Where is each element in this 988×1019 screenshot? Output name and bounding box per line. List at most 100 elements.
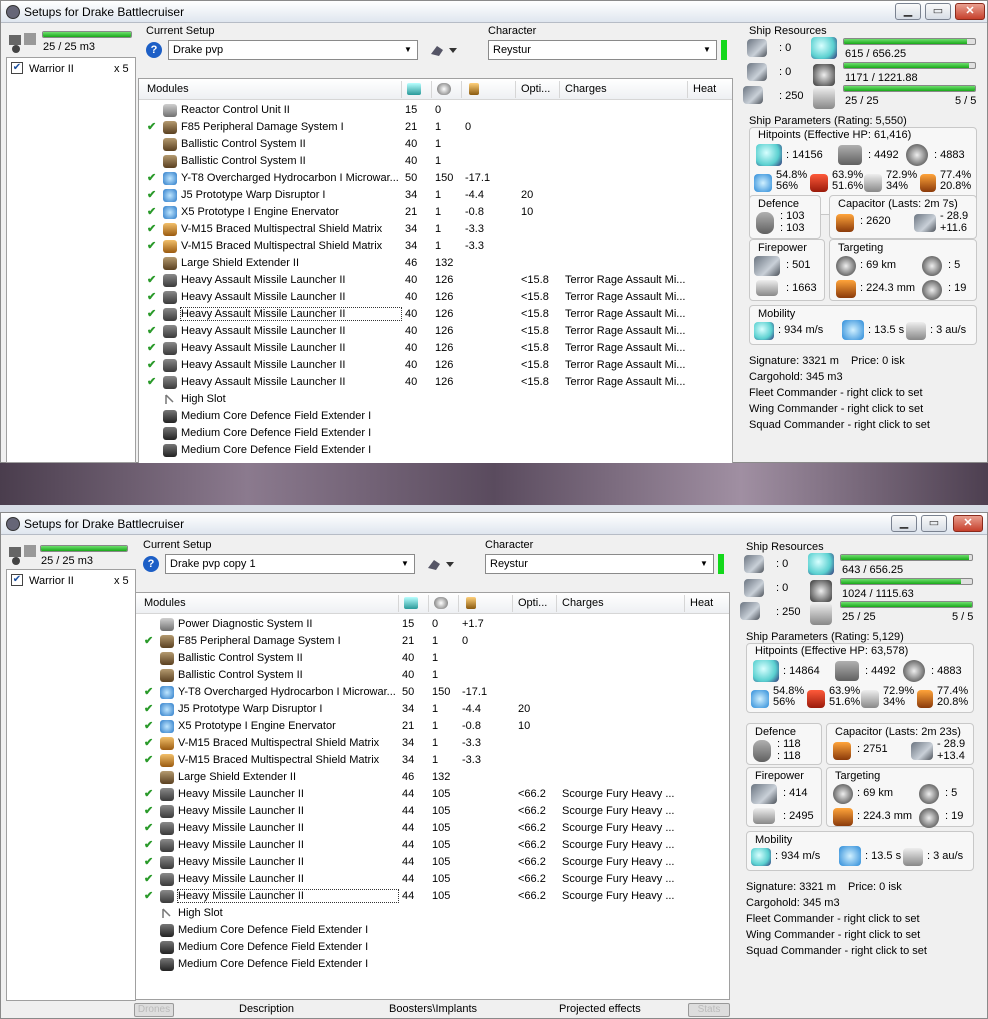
active-check-icon[interactable]: ✔ (147, 222, 156, 235)
module-row[interactable]: Reactor Control Unit II 15 0 (139, 102, 732, 119)
module-row[interactable]: ✔ V-M15 Braced Multispectral Shield Matri… (139, 221, 732, 238)
module-row[interactable]: ✔ Heavy Assault Missile Launcher II 40 126 <… (139, 357, 732, 374)
maximize-button[interactable]: ▭ (921, 515, 947, 532)
drone-checkbox[interactable]: ✔ (11, 574, 23, 587)
tab-boosters-implants[interactable]: Boosters\Implants (389, 1003, 477, 1015)
header-modules[interactable]: Modules (147, 83, 189, 95)
minimize-button[interactable]: ▁ (895, 3, 921, 20)
header-heat[interactable]: Heat (693, 83, 716, 95)
active-check-icon[interactable]: ✔ (147, 358, 156, 371)
active-check-icon[interactable]: ✔ (147, 273, 156, 286)
module-row[interactable]: ✔ Heavy Assault Missile Launcher II 40 126 <… (139, 306, 732, 323)
squad-commander[interactable]: Squad Commander - right click to set (746, 945, 927, 957)
fleet-commander[interactable]: Fleet Commander - right click to set (749, 387, 923, 399)
module-row[interactable]: Large Shield Extender II 46 132 (136, 769, 729, 786)
module-row[interactable]: ✔ Heavy Missile Launcher II 44 105 <66.2 Scou… (136, 820, 729, 837)
active-check-icon[interactable]: ✔ (144, 821, 153, 834)
module-row[interactable]: ✔ Heavy Assault Missile Launcher II 40 126 <… (139, 289, 732, 306)
active-check-icon[interactable]: ✔ (147, 239, 156, 252)
active-check-icon[interactable]: ✔ (144, 719, 153, 732)
active-check-icon[interactable]: ✔ (144, 634, 153, 647)
active-check-icon[interactable]: ✔ (144, 889, 153, 902)
module-row[interactable]: ✔ Y-T8 Overcharged Hydrocarbon I Microwar… (136, 684, 729, 701)
character-select[interactable]: Reystur ▼ (485, 554, 714, 574)
module-row[interactable]: High Slot (139, 391, 732, 408)
module-row[interactable]: High Slot (136, 905, 729, 922)
minimize-button[interactable]: ▁ (891, 515, 917, 532)
current-setup-select[interactable]: Drake pvp copy 1 ▼ (165, 554, 415, 574)
module-row[interactable]: ✔ Heavy Missile Launcher II 44 105 <66.2 Scou… (136, 803, 729, 820)
module-row[interactable]: Large Shield Extender II 46 132 (139, 255, 732, 272)
powergrid-column-icon[interactable] (434, 597, 448, 609)
module-row[interactable]: ✔ J5 Prototype Warp Disruptor I 34 1 -4.4 20 (136, 701, 729, 718)
current-setup-select[interactable]: Drake pvp ▼ (168, 40, 418, 60)
active-check-icon[interactable]: ✔ (147, 375, 156, 388)
maximize-button[interactable]: ▭ (925, 3, 951, 20)
module-row[interactable]: ✔ Heavy Missile Launcher II 44 105 <66.2 Scou… (136, 786, 729, 803)
module-row[interactable]: Power Diagnostic System II 15 0 +1.7 (136, 616, 729, 633)
close-button[interactable]: ✕ (953, 515, 983, 532)
module-row[interactable]: ✔ F85 Peripheral Damage System I 21 1 0 (136, 633, 729, 650)
active-check-icon[interactable]: ✔ (144, 855, 153, 868)
module-row[interactable]: ✔ F85 Peripheral Damage System I 21 1 0 (139, 119, 732, 136)
module-row[interactable]: ✔ Heavy Assault Missile Launcher II 40 126 <… (139, 374, 732, 391)
module-row[interactable]: Ballistic Control System II 40 1 (139, 136, 732, 153)
active-check-icon[interactable]: ✔ (147, 341, 156, 354)
header-modules[interactable]: Modules (144, 597, 186, 609)
module-row[interactable]: ✔ J5 Prototype Warp Disruptor I 34 1 -4.4 20 (139, 187, 732, 204)
module-row[interactable]: ✔ Heavy Assault Missile Launcher II 40 126 <… (139, 272, 732, 289)
module-row[interactable]: ✔ Heavy Missile Launcher II 44 105 <66.2 Scou… (136, 854, 729, 871)
module-row[interactable]: Medium Core Defence Field Extender I (139, 425, 732, 442)
header-optimal[interactable]: Opti... (521, 83, 550, 95)
cpu-column-icon[interactable] (407, 83, 421, 95)
tab-stats[interactable]: Stats (688, 1003, 730, 1017)
ship-menu-icon[interactable] (426, 556, 454, 572)
drone-checkbox[interactable]: ✔ (11, 62, 23, 75)
active-check-icon[interactable]: ✔ (144, 838, 153, 851)
module-row[interactable]: ✔ Heavy Missile Launcher II 44 105 <66.2 Scou… (136, 888, 729, 905)
module-row[interactable]: ✔ X5 Prototype I Engine Enervator 21 1 -0.8 1… (136, 718, 729, 735)
squad-commander[interactable]: Squad Commander - right click to set (749, 419, 930, 431)
module-row[interactable]: ✔ Y-T8 Overcharged Hydrocarbon I Microwar… (139, 170, 732, 187)
active-check-icon[interactable]: ✔ (147, 307, 156, 320)
active-check-icon[interactable]: ✔ (144, 685, 153, 698)
tab-projected-effects[interactable]: Projected effects (559, 1003, 641, 1015)
active-check-icon[interactable]: ✔ (144, 804, 153, 817)
wing-commander[interactable]: Wing Commander - right click to set (746, 929, 920, 941)
module-row[interactable]: ✔ Heavy Missile Launcher II 44 105 <66.2 Scou… (136, 871, 729, 888)
active-check-icon[interactable]: ✔ (147, 290, 156, 303)
module-row[interactable]: Medium Core Defence Field Extender I (136, 922, 729, 939)
active-check-icon[interactable]: ✔ (147, 188, 156, 201)
help-icon[interactable]: ? (146, 42, 162, 58)
drone-list[interactable]: ✔ Warrior II x 5 (6, 569, 136, 1001)
character-select[interactable]: Reystur ▼ (488, 40, 717, 60)
modules-panel[interactable]: Modules Opti... Charges Heat Power Diagn… (135, 592, 730, 1000)
capacitor-column-icon[interactable] (466, 597, 476, 609)
header-charges[interactable]: Charges (562, 597, 604, 609)
active-check-icon[interactable]: ✔ (144, 872, 153, 885)
module-row[interactable]: Medium Core Defence Field Extender I (136, 956, 729, 973)
help-icon[interactable]: ? (143, 556, 159, 572)
tab-description[interactable]: Description (239, 1003, 294, 1015)
title-bar[interactable]: Setups for Drake Battlecruiser ▁ ▭ ✕ (1, 513, 987, 535)
active-check-icon[interactable]: ✔ (144, 736, 153, 749)
module-row[interactable]: ✔ V-M15 Braced Multispectral Shield Matri… (139, 238, 732, 255)
header-optimal[interactable]: Opti... (518, 597, 547, 609)
module-row[interactable]: Ballistic Control System II 40 1 (136, 650, 729, 667)
tab-drones[interactable]: Drones (134, 1003, 174, 1017)
drone-item[interactable]: ✔ Warrior II x 5 (11, 574, 131, 590)
module-row[interactable]: Ballistic Control System II 40 1 (139, 153, 732, 170)
active-check-icon[interactable]: ✔ (147, 324, 156, 337)
cpu-column-icon[interactable] (404, 597, 418, 609)
module-row[interactable]: ✔ Heavy Assault Missile Launcher II 40 126 <… (139, 323, 732, 340)
module-row[interactable]: Medium Core Defence Field Extender I (139, 408, 732, 425)
active-check-icon[interactable]: ✔ (147, 205, 156, 218)
active-check-icon[interactable]: ✔ (147, 171, 156, 184)
title-bar[interactable]: Setups for Drake Battlecruiser ▁ ▭ ✕ (1, 1, 987, 23)
module-row[interactable]: Medium Core Defence Field Extender I (139, 442, 732, 459)
module-row[interactable]: ✔ V-M15 Braced Multispectral Shield Matri… (136, 735, 729, 752)
module-row[interactable]: ✔ Heavy Assault Missile Launcher II 40 126 <… (139, 340, 732, 357)
active-check-icon[interactable]: ✔ (144, 753, 153, 766)
capacitor-column-icon[interactable] (469, 83, 479, 95)
module-row[interactable]: ✔ Heavy Missile Launcher II 44 105 <66.2 Scou… (136, 837, 729, 854)
